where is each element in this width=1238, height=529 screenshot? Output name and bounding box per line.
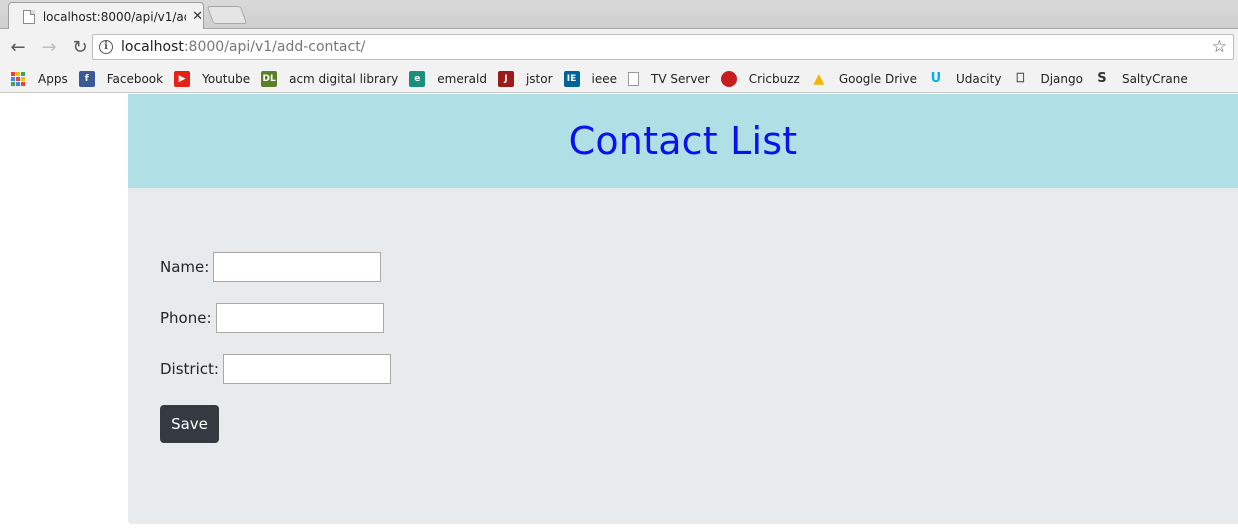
bookmark-label: acm digital library xyxy=(289,71,399,86)
new-tab-button[interactable] xyxy=(206,6,248,24)
bookmark-cricbuzz[interactable]: Cricbuzz xyxy=(720,70,800,87)
bookmark-label: Google Drive xyxy=(838,71,917,86)
info-icon[interactable]: i xyxy=(99,40,113,54)
book-icon: ⎕ xyxy=(1016,71,1025,86)
bookmark-label: Youtube xyxy=(202,71,251,86)
address-bar[interactable]: i localhost:8000/api/v1/add-contact/ ☆ xyxy=(92,34,1234,60)
emerald-icon: e xyxy=(409,70,426,87)
phone-label: Phone: xyxy=(160,309,212,327)
bookmark-label: SaltyCrane xyxy=(1121,71,1188,86)
bookmark-apps[interactable]: Apps xyxy=(10,71,68,87)
bookmark-youtube[interactable]: ▶ Youtube xyxy=(174,70,251,87)
bookmark-label: TV Server xyxy=(651,71,710,86)
district-label: District: xyxy=(160,360,219,378)
bookmark-label: Cricbuzz xyxy=(748,71,800,86)
youtube-icon: ▶ xyxy=(174,70,191,87)
bookmark-label: Udacity xyxy=(955,71,1002,86)
name-label: Name: xyxy=(160,258,210,276)
url-host: localhost xyxy=(121,39,184,55)
bookmark-udacity[interactable]: U Udacity xyxy=(928,71,1002,87)
bookmark-label: Apps xyxy=(38,71,68,86)
url-path: :8000/api/v1/add-contact/ xyxy=(183,39,366,55)
save-button[interactable]: Save xyxy=(160,405,219,443)
back-arrow-icon[interactable]: ← xyxy=(5,34,31,60)
page-title: Contact List xyxy=(568,119,798,163)
apps-grid-icon xyxy=(10,71,26,87)
contact-form: Name: Phone: District: Save xyxy=(160,252,391,443)
udacity-icon: U xyxy=(930,71,942,86)
phone-row: Phone: xyxy=(160,303,391,333)
page-header: Contact List xyxy=(128,94,1238,188)
browser-tab[interactable]: localhost:8000/api/v1/add-contact/ ✕ xyxy=(8,2,204,30)
cricbuzz-icon xyxy=(720,70,737,87)
page-icon xyxy=(628,71,640,86)
bookmark-star-icon[interactable]: ☆ xyxy=(1212,37,1227,57)
close-icon[interactable]: ✕ xyxy=(192,9,203,24)
bookmark-google-drive[interactable]: ▲ Google Drive xyxy=(811,71,917,87)
district-row: District: xyxy=(160,354,391,384)
facebook-icon: f xyxy=(78,70,95,87)
ieee-icon: IE xyxy=(563,70,580,87)
bookmark-label: jstor xyxy=(525,71,553,86)
google-drive-icon: ▲ xyxy=(813,70,825,87)
browser-toolbar: ← → ↻ i localhost:8000/api/v1/add-contac… xyxy=(0,29,1238,65)
bookmarks-bar: Apps f Facebook ▶ Youtube DL acm digital libra… xyxy=(0,65,1238,93)
page-icon xyxy=(23,9,35,24)
bookmark-tv-server[interactable]: TV Server xyxy=(628,71,710,86)
bookmark-acm-digital-library[interactable]: DL acm digital library xyxy=(261,70,399,87)
acm-dl-icon: DL xyxy=(261,70,278,87)
forward-arrow-icon[interactable]: → xyxy=(36,34,62,60)
phone-input[interactable] xyxy=(215,303,384,333)
url-text: localhost:8000/api/v1/add-contact/ xyxy=(121,39,365,55)
name-input[interactable] xyxy=(213,252,382,282)
bookmark-ieee[interactable]: IE ieee xyxy=(563,70,618,87)
bookmark-saltycrane[interactable]: S SaltyCrane xyxy=(1094,71,1188,87)
jstor-icon: J xyxy=(497,70,514,87)
bookmark-label: ieee xyxy=(591,71,618,86)
name-row: Name: xyxy=(160,252,391,282)
bookmark-jstor[interactable]: Jjstor xyxy=(497,70,553,87)
tab-strip: localhost:8000/api/v1/add-contact/ ✕ xyxy=(0,0,1238,30)
bookmark-label: Django xyxy=(1040,71,1083,86)
bookmark-emerald[interactable]: e emerald xyxy=(409,70,487,87)
bookmark-label: Facebook xyxy=(106,71,164,86)
district-input[interactable] xyxy=(222,354,391,384)
saltycrane-icon: S xyxy=(1097,71,1107,86)
page-content: Contact List Name: Phone: District: Save xyxy=(128,94,1238,524)
bookmark-django[interactable]: ⎕ Django xyxy=(1012,71,1083,87)
tab-title: localhost:8000/api/v1/add-contact/ xyxy=(42,9,186,24)
bookmark-label: emerald xyxy=(437,71,487,86)
reload-icon[interactable]: ↻ xyxy=(67,34,93,60)
bookmark-facebook[interactable]: f Facebook xyxy=(78,70,164,87)
